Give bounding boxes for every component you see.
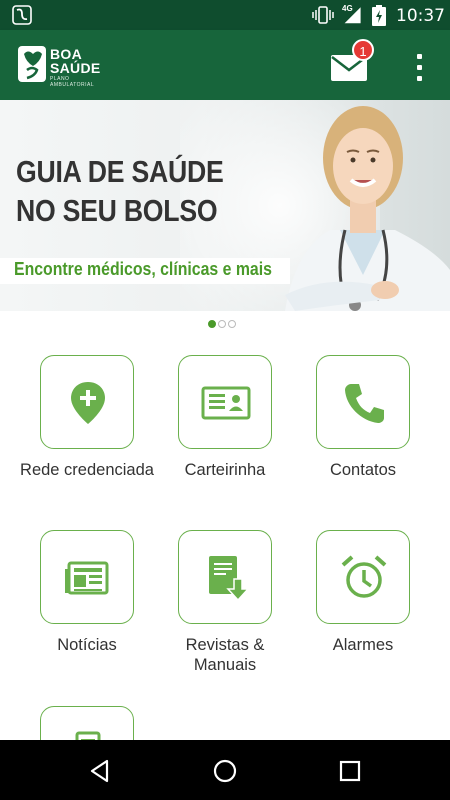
carousel-indicator (208, 320, 248, 330)
document-download-icon (209, 556, 250, 602)
promo-banner[interactable]: GUIA DE SAÚDE NO SEU BOLSO Encontre médi… (0, 100, 450, 311)
clock: 10:37 (396, 6, 445, 26)
menu-label: Revistas & Manuais (185, 636, 265, 674)
menu-label: Notícias (57, 636, 117, 654)
banner-headline-line2: NO SEU BOLSO (16, 193, 218, 228)
signal-indicator: 4G (337, 4, 367, 26)
back-icon[interactable] (87, 758, 113, 784)
carousel-dot[interactable] (218, 320, 226, 328)
menu-label: Alarmes (332, 636, 394, 654)
banner-headline-line1: GUIA DE SAÚDE (16, 154, 224, 189)
boa-saude-logo: BOA SAÚDE PLANO AMBULATORIAL (18, 46, 108, 88)
menu-tile-box[interactable] (316, 530, 410, 624)
status-bar: 4G 10:37 (0, 0, 450, 30)
notification-badge: 1 (352, 39, 374, 61)
logo-text-saude: SAÚDE (50, 60, 101, 76)
menu-label: Contatos (329, 461, 397, 479)
phone-icon (345, 384, 384, 423)
menu-dot (417, 65, 422, 70)
logo-text-boa: BOA (50, 46, 83, 62)
banner-headline: GUIA DE SAÚDE NO SEU BOLSO (16, 152, 224, 230)
battery-icon (372, 5, 386, 26)
carousel-dot-active[interactable] (208, 320, 216, 328)
carousel-dot[interactable] (228, 320, 236, 328)
menu-tile-box[interactable] (316, 355, 410, 449)
alarm-clock-icon (341, 555, 387, 598)
system-nav-bar (0, 740, 450, 800)
menu-tile-box[interactable] (178, 530, 272, 624)
app-notification-icon (12, 5, 32, 25)
menu-dot (417, 54, 422, 59)
home-icon[interactable] (212, 758, 238, 784)
vibrate-icon (312, 6, 334, 24)
map-pin-plus-icon (71, 382, 105, 424)
menu-tile-box[interactable] (178, 355, 272, 449)
logo-mark-icon (18, 46, 46, 82)
newspaper-icon (65, 561, 109, 595)
id-card-icon (201, 386, 251, 420)
overflow-menu-button[interactable] (408, 52, 432, 84)
menu-label: Carteirinha (184, 461, 266, 479)
menu-dot (417, 76, 422, 81)
recents-icon[interactable] (337, 758, 363, 784)
signal-icon (344, 7, 361, 24)
banner-tagline: Encontre médicos, clínicas e mais (14, 259, 272, 279)
menu-label: Rede credenciada (20, 461, 154, 479)
logo-text-plano: PLANO AMBULATORIAL (50, 76, 95, 88)
app-bar: BOA SAÚDE PLANO AMBULATORIAL 1 (0, 30, 450, 100)
menu-tile-box[interactable] (40, 355, 134, 449)
menu-tile-box[interactable] (40, 530, 134, 624)
